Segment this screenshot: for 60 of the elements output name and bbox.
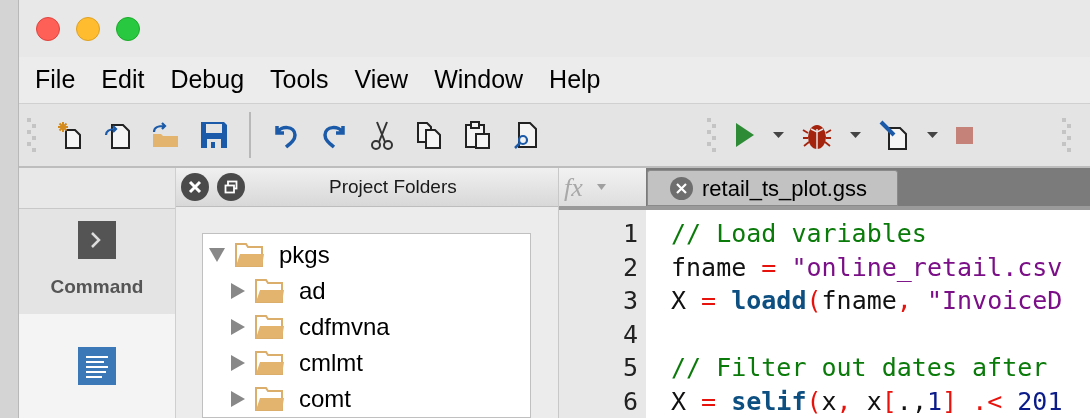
- collapsed-arrow-icon[interactable]: [231, 391, 245, 407]
- float-panel-icon[interactable]: [217, 173, 245, 201]
- code-line: // Load variables: [671, 218, 928, 250]
- code-line: // Filter out dates after: [671, 352, 1049, 385]
- terminal-icon: [78, 221, 116, 260]
- expanded-arrow-icon[interactable]: [209, 248, 225, 262]
- tree-item-label: cdfmvna: [299, 312, 390, 342]
- tree-item[interactable]: pkgs: [203, 237, 530, 273]
- tree-item-label: comt: [299, 384, 351, 414]
- tree-item-label: cmlmt: [299, 348, 363, 378]
- line-number: 4: [621, 318, 638, 351]
- code-line: fname = "online_retail.csv: [671, 251, 1064, 284]
- code-line: X = loadd(fname, "InvoiceD: [671, 285, 1064, 318]
- close-tab-icon[interactable]: [670, 176, 693, 200]
- line-number: 1: [621, 218, 638, 250]
- tree-item-label: pkgs: [279, 240, 330, 270]
- toolbar-grip-icon[interactable]: [1062, 118, 1072, 152]
- line-number: 6: [621, 385, 638, 418]
- menu-item[interactable]: Window: [434, 61, 524, 99]
- line-number: 5: [621, 352, 638, 385]
- menu-item[interactable]: Debug: [170, 61, 245, 99]
- collapsed-arrow-icon[interactable]: [231, 283, 245, 299]
- folder-icon: [255, 351, 285, 375]
- folder-icon: [255, 387, 285, 411]
- folder-icon: [235, 243, 265, 267]
- tree-item[interactable]: ad: [203, 273, 530, 309]
- menu-item[interactable]: Edit: [101, 61, 145, 99]
- play-icon[interactable]: [735, 123, 755, 147]
- toolbar-grip-icon[interactable]: [27, 118, 37, 152]
- collapsed-arrow-icon[interactable]: [231, 319, 245, 335]
- line-number: 3: [621, 285, 638, 318]
- caret-icon[interactable]: [927, 132, 938, 138]
- close-panel-icon[interactable]: [181, 173, 209, 201]
- toolbar-grip-icon[interactable]: [707, 118, 717, 152]
- document-pencil-icon[interactable]: [879, 120, 909, 150]
- caret-icon: [596, 184, 606, 190]
- menu-item[interactable]: View: [354, 61, 409, 99]
- folder-icon: [255, 279, 285, 303]
- close-window-button[interactable]: [36, 16, 60, 41]
- save-icon[interactable]: [199, 120, 229, 150]
- collapsed-arrow-icon[interactable]: [231, 355, 245, 371]
- document-icon: [78, 346, 116, 385]
- tree-item[interactable]: cmlmt: [203, 345, 530, 381]
- code-line: X = selif(x, x[.,1] .< 201: [671, 385, 1064, 418]
- menu-item[interactable]: Tools: [270, 61, 329, 99]
- panel-title: Project Folders: [329, 174, 457, 199]
- editor-tab[interactable]: retail_ts_plot.gss: [647, 170, 899, 206]
- line-number: 2: [621, 251, 638, 284]
- sidebar-label: Command: [50, 275, 144, 300]
- tree-item[interactable]: cdfmvna: [203, 309, 530, 345]
- caret-icon[interactable]: [850, 132, 861, 138]
- folder-icon: [255, 315, 285, 339]
- sidebar-item[interactable]: Command: [19, 209, 175, 314]
- caret-icon[interactable]: [773, 132, 784, 138]
- menu-item[interactable]: File: [35, 61, 76, 99]
- folder-arrow-icon[interactable]: [151, 120, 181, 150]
- tree-item[interactable]: comt: [203, 381, 530, 417]
- clipboard-icon[interactable]: [463, 120, 493, 150]
- menu-item[interactable]: Help: [549, 61, 601, 99]
- tree-item-label: ad: [299, 276, 326, 306]
